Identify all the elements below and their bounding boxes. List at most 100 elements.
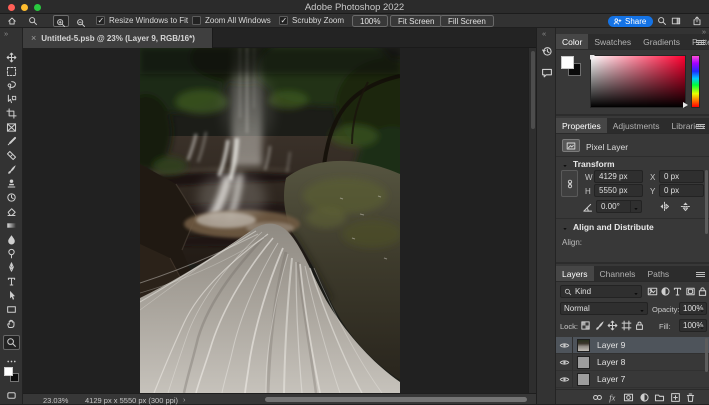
fill-select[interactable]: 100% bbox=[679, 319, 707, 332]
checkbox-resize-windows[interactable]: Resize Windows to Fit bbox=[96, 16, 188, 25]
tab-channels[interactable]: Channels bbox=[594, 266, 642, 281]
dock-expander-icon[interactable]: « bbox=[542, 29, 545, 38]
tab-adjustments[interactable]: Adjustments bbox=[607, 118, 666, 133]
transform-section-header[interactable]: Transform bbox=[562, 159, 615, 169]
tab-color[interactable]: Color bbox=[556, 34, 588, 49]
brush-icon[interactable] bbox=[594, 320, 605, 331]
checkbox-scrubby-zoom[interactable]: Scrubby Zoom bbox=[279, 16, 344, 25]
adjustment-icon[interactable] bbox=[660, 286, 671, 297]
tool-crop[interactable] bbox=[6, 108, 17, 119]
smart-object-icon[interactable] bbox=[697, 286, 708, 297]
panel-menu-icon[interactable] bbox=[696, 124, 705, 129]
tool-blur[interactable] bbox=[6, 234, 17, 245]
layer-name[interactable]: Layer 9 bbox=[597, 340, 625, 350]
tool-spot-healing[interactable] bbox=[6, 150, 17, 161]
tool-zoom[interactable] bbox=[3, 335, 20, 350]
search-icon[interactable] bbox=[657, 16, 667, 26]
layer-thumbnail[interactable] bbox=[577, 373, 590, 386]
foreground-color-swatch[interactable] bbox=[561, 56, 574, 69]
zoom-in-toggle[interactable] bbox=[53, 15, 69, 27]
transparency-icon[interactable] bbox=[580, 320, 591, 331]
tool-history-brush[interactable] bbox=[6, 192, 17, 203]
tool-eyedropper[interactable] bbox=[6, 136, 17, 147]
frame-filter-icon[interactable] bbox=[685, 286, 696, 297]
type-icon[interactable] bbox=[672, 286, 683, 297]
tool-lasso[interactable] bbox=[6, 80, 17, 91]
tool-pen[interactable] bbox=[6, 262, 17, 273]
group-icon[interactable] bbox=[654, 392, 665, 403]
layer-row[interactable]: Layer 9 bbox=[556, 337, 709, 354]
tool-dodge[interactable] bbox=[6, 248, 17, 259]
workspace-switcher-icon[interactable] bbox=[671, 16, 681, 26]
tool-brush[interactable] bbox=[6, 164, 17, 175]
delete-icon[interactable] bbox=[685, 392, 696, 403]
export-icon[interactable] bbox=[692, 16, 702, 26]
hue-slider[interactable] bbox=[691, 55, 700, 108]
canvas-vertical-scrollbar[interactable] bbox=[528, 48, 536, 393]
y-field[interactable]: 0 px bbox=[659, 184, 704, 197]
adjustment-icon[interactable] bbox=[639, 392, 650, 403]
comments-panel-icon[interactable] bbox=[541, 67, 553, 79]
tool-move[interactable] bbox=[6, 52, 17, 63]
new-layer-icon[interactable] bbox=[670, 392, 681, 403]
tab-gradients[interactable]: Gradients bbox=[637, 34, 686, 49]
visibility-toggle[interactable] bbox=[556, 354, 573, 371]
checkbox-zoom-all[interactable]: Zoom All Windows bbox=[192, 16, 271, 25]
tool-object-selection[interactable] bbox=[6, 94, 17, 105]
status-more-icon[interactable]: › bbox=[183, 395, 186, 404]
align-section-header[interactable]: Align and Distribute bbox=[562, 222, 654, 232]
move-icon[interactable] bbox=[607, 320, 618, 331]
screen-mode-icon[interactable] bbox=[6, 390, 17, 401]
vertical-scroll-thumb[interactable] bbox=[531, 51, 535, 129]
tab-swatches[interactable]: Swatches bbox=[588, 34, 637, 49]
panel-menu-icon[interactable] bbox=[696, 40, 705, 45]
workspace-caret-icon[interactable] bbox=[684, 19, 690, 25]
visibility-toggle[interactable] bbox=[556, 337, 573, 354]
tool-shape[interactable] bbox=[6, 304, 17, 315]
layer-thumbnail[interactable] bbox=[577, 339, 590, 352]
layer-row[interactable]: Layer 8 bbox=[556, 354, 709, 371]
zoom-tool-icon[interactable] bbox=[28, 16, 38, 26]
flip-horizontal-icon[interactable] bbox=[659, 201, 670, 212]
layer-name[interactable]: Layer 8 bbox=[597, 357, 625, 367]
document-tab[interactable]: × Untitled-5.psb @ 23% (Layer 9, RGB/16*… bbox=[23, 28, 213, 48]
artboard-icon[interactable] bbox=[621, 320, 632, 331]
layer-filter-select[interactable]: Kind bbox=[560, 285, 642, 298]
tab-paths[interactable]: Paths bbox=[641, 266, 675, 281]
link-icon[interactable] bbox=[592, 392, 603, 403]
close-tab-icon[interactable]: × bbox=[31, 33, 36, 43]
flip-vertical-icon[interactable] bbox=[680, 201, 691, 212]
width-field[interactable]: 4129 px bbox=[594, 170, 643, 183]
image-icon[interactable] bbox=[647, 286, 658, 297]
visibility-toggle[interactable] bbox=[556, 371, 573, 388]
canvas-area[interactable] bbox=[23, 48, 528, 393]
tool-type[interactable] bbox=[6, 276, 17, 287]
fill-screen-button[interactable]: Fill Screen bbox=[440, 15, 494, 27]
constrain-proportions-button[interactable] bbox=[561, 170, 578, 197]
rotation-dropdown[interactable] bbox=[630, 201, 641, 212]
properties-scroll-thumb[interactable] bbox=[705, 170, 708, 234]
layers-scroll-thumb[interactable] bbox=[705, 338, 708, 372]
toolbar-expander-icon[interactable]: » bbox=[4, 29, 7, 38]
zoom-percent[interactable]: 23.03% bbox=[43, 396, 68, 405]
tab-layers[interactable]: Layers bbox=[556, 266, 594, 281]
tool-frame[interactable] bbox=[6, 122, 17, 133]
lock-icon[interactable] bbox=[634, 320, 645, 331]
layer-thumbnail[interactable] bbox=[577, 356, 590, 369]
zoom-value-button[interactable]: 100% bbox=[352, 15, 388, 27]
tool-preset-caret-icon[interactable] bbox=[41, 19, 47, 25]
tab-properties[interactable]: Properties bbox=[556, 118, 607, 133]
tool-marquee[interactable] bbox=[6, 66, 17, 77]
layer-row[interactable]: Layer 7 bbox=[556, 371, 709, 388]
tool-gradient[interactable] bbox=[6, 220, 17, 231]
tool-path-selection[interactable] bbox=[6, 290, 17, 301]
blend-mode-select[interactable]: Normal bbox=[560, 302, 648, 315]
rotation-field[interactable]: 0.00° bbox=[596, 200, 642, 213]
color-saturation-field[interactable] bbox=[590, 55, 686, 108]
history-panel-icon[interactable] bbox=[541, 45, 553, 57]
x-field[interactable]: 0 px bbox=[659, 170, 704, 183]
home-icon[interactable] bbox=[7, 16, 17, 26]
horizontal-scroll-thumb[interactable] bbox=[265, 397, 527, 402]
mask-icon[interactable] bbox=[623, 392, 634, 403]
tool-edit-toolbar[interactable] bbox=[6, 356, 17, 367]
